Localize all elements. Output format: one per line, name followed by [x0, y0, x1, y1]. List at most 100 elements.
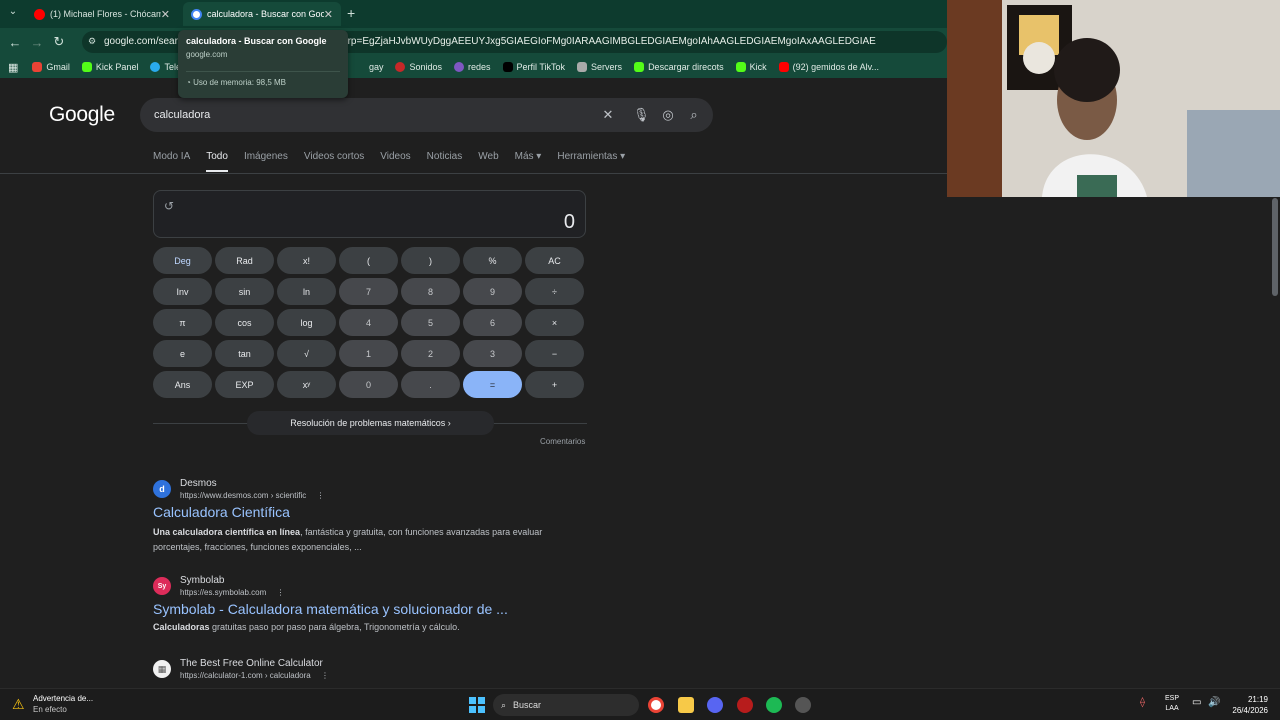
clock[interactable]: 21:19 26/4/2026: [1228, 694, 1268, 716]
settings-icon[interactable]: [795, 697, 811, 713]
search-icon[interactable]: ⌕: [686, 107, 702, 123]
key-percent[interactable]: %: [463, 247, 522, 274]
key-open-paren[interactable]: (: [339, 247, 398, 274]
network-icon[interactable]: ⟠: [1140, 697, 1145, 708]
close-tab-icon[interactable]: ✕: [161, 8, 170, 21]
close-tab-icon[interactable]: ✕: [324, 8, 333, 21]
key-5[interactable]: 5: [401, 309, 460, 336]
tab-todo[interactable]: Todo: [206, 151, 228, 172]
key-factorial[interactable]: x!: [277, 247, 336, 274]
key-e[interactable]: e: [153, 340, 212, 367]
bookmark-descargar[interactable]: Descargar direcots: [634, 62, 724, 72]
key-9[interactable]: 9: [463, 278, 522, 305]
tab-videos-cortos[interactable]: Videos cortos: [304, 151, 364, 172]
math-problems-button[interactable]: Resolución de problemas matemáticos ›: [247, 411, 494, 435]
bookmark-servers[interactable]: Servers: [577, 62, 622, 72]
key-close-paren[interactable]: ): [401, 247, 460, 274]
result-title[interactable]: Calculadora Científica: [153, 504, 290, 520]
result-url[interactable]: https://es.symbolab.com ⋮: [180, 588, 285, 597]
site-info-icon[interactable]: ⚙: [88, 36, 98, 46]
key-2[interactable]: 2: [401, 340, 460, 367]
page-scrollbar[interactable]: [1272, 198, 1278, 296]
key-deg[interactable]: Deg: [153, 247, 212, 274]
key-power[interactable]: xʸ: [277, 371, 336, 398]
clear-icon[interactable]: ✕: [600, 107, 616, 123]
new-tab-button[interactable]: +: [347, 5, 355, 21]
key-pi[interactable]: π: [153, 309, 212, 336]
key-rad[interactable]: Rad: [215, 247, 274, 274]
key-sin[interactable]: sin: [215, 278, 274, 305]
key-plus[interactable]: +: [525, 371, 584, 398]
back-icon[interactable]: ←: [4, 35, 26, 50]
warning-title[interactable]: Advertencia de...: [33, 694, 93, 703]
key-8[interactable]: 8: [401, 278, 460, 305]
tab-imagenes[interactable]: Imágenes: [244, 151, 288, 172]
tab-modo-ia[interactable]: Modo IA: [153, 151, 190, 172]
search-box[interactable]: calculadora ✕ 🎙 ◎ ⌕: [140, 98, 713, 132]
forward-icon[interactable]: →: [26, 35, 48, 50]
more-options-icon[interactable]: ⋮: [321, 671, 329, 680]
tab-noticias[interactable]: Noticias: [427, 151, 463, 172]
bookmark-kick-panel[interactable]: Kick Panel: [81, 62, 138, 72]
tab-videos[interactable]: Videos: [380, 151, 410, 172]
google-logo[interactable]: Google: [49, 103, 115, 127]
tab-mas[interactable]: Más ▾: [515, 151, 542, 172]
key-sqrt[interactable]: √: [277, 340, 336, 367]
key-divide[interactable]: ÷: [525, 278, 584, 305]
display-icon[interactable]: ▭: [1192, 697, 1201, 708]
spotify-icon[interactable]: [766, 697, 782, 713]
feedback-link[interactable]: Comentarios: [540, 437, 585, 446]
file-explorer-icon[interactable]: [678, 697, 694, 713]
result-site-name[interactable]: Desmos: [180, 478, 217, 489]
bookmark-gay[interactable]: gay: [369, 62, 384, 72]
tab-web[interactable]: Web: [478, 151, 498, 172]
bookmark-sonidos[interactable]: Sonidos: [395, 62, 442, 72]
bookmark-telegram[interactable]: Tele: [150, 62, 181, 72]
key-tan[interactable]: tan: [215, 340, 274, 367]
key-decimal[interactable]: .: [401, 371, 460, 398]
key-0[interactable]: 0: [339, 371, 398, 398]
reload-icon[interactable]: ↻: [48, 34, 70, 50]
volume-icon[interactable]: 🔊: [1208, 697, 1220, 708]
bookmark-tiktok[interactable]: Perfil TikTok: [502, 62, 565, 72]
tab-youtube[interactable]: (1) Michael Flores - Chócame ( ✕: [26, 2, 178, 26]
key-exp[interactable]: EXP: [215, 371, 274, 398]
key-7[interactable]: 7: [339, 278, 398, 305]
language-indicator[interactable]: ESP LAA: [1165, 694, 1179, 714]
bookmark-gmail[interactable]: Gmail: [32, 62, 70, 72]
key-equals[interactable]: =: [463, 371, 522, 398]
key-6[interactable]: 6: [463, 309, 522, 336]
key-multiply[interactable]: ×: [525, 309, 584, 336]
key-ac[interactable]: AC: [525, 247, 584, 274]
key-1[interactable]: 1: [339, 340, 398, 367]
search-input[interactable]: calculadora: [154, 109, 210, 121]
history-icon[interactable]: ↺: [164, 199, 174, 213]
result-site-name[interactable]: The Best Free Online Calculator: [180, 658, 323, 669]
tab-herramientas[interactable]: Herramientas ▾: [557, 151, 625, 172]
lens-camera-icon[interactable]: ◎: [660, 107, 676, 123]
result-url[interactable]: https://www.desmos.com › scientific ⋮: [180, 491, 325, 500]
chrome-icon[interactable]: [648, 697, 664, 713]
result-url[interactable]: https://calculator-1.com › calculadora ⋮: [180, 671, 329, 680]
bookmark-youtube[interactable]: (92) gemidos de Alv...: [778, 62, 879, 72]
bookmark-redes[interactable]: redes: [454, 62, 491, 72]
taskbar-search[interactable]: ⌕ Buscar: [493, 694, 639, 716]
key-4[interactable]: 4: [339, 309, 398, 336]
key-inv[interactable]: Inv: [153, 278, 212, 305]
result-site-name[interactable]: Symbolab: [180, 575, 224, 586]
more-options-icon[interactable]: ⋮: [277, 588, 285, 597]
key-ln[interactable]: ln: [277, 278, 336, 305]
tab-google[interactable]: calculadora - Buscar con Googl ✕: [183, 2, 341, 26]
tab-search-icon[interactable]: ⌄: [6, 6, 20, 20]
bookmark-kick[interactable]: Kick: [735, 62, 767, 72]
windows-start-icon[interactable]: [469, 697, 485, 713]
microphone-icon[interactable]: 🎙: [633, 107, 650, 123]
obs-icon[interactable]: [737, 697, 753, 713]
discord-icon[interactable]: [707, 697, 723, 713]
apps-grid-icon[interactable]: ▦: [8, 61, 18, 74]
key-cos[interactable]: cos: [215, 309, 274, 336]
more-options-icon[interactable]: ⋮: [317, 491, 325, 500]
key-ans[interactable]: Ans: [153, 371, 212, 398]
key-minus[interactable]: −: [525, 340, 584, 367]
key-log[interactable]: log: [277, 309, 336, 336]
